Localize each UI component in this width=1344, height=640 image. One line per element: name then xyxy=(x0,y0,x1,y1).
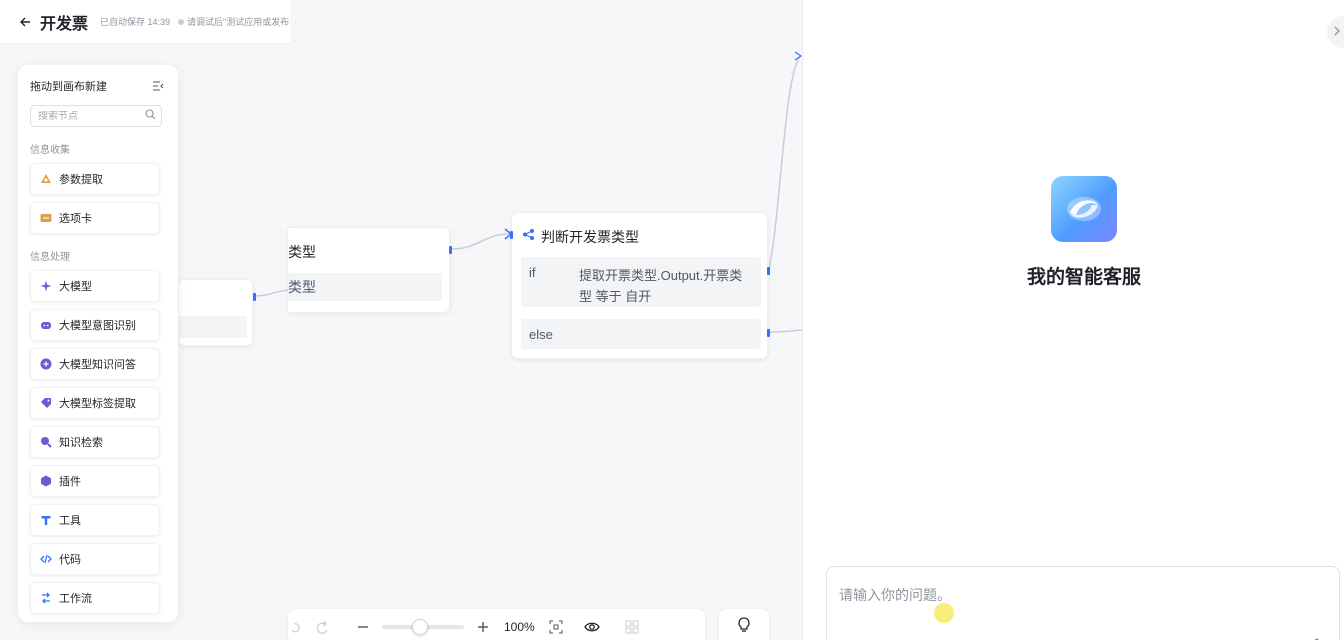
palette-item-intent[interactable]: 大模型意图识别 xyxy=(30,309,160,341)
palette-item-tool[interactable]: 工具 xyxy=(30,504,160,536)
else-label: else xyxy=(529,327,553,342)
palette-item-plugin[interactable]: 插件 xyxy=(30,465,160,497)
preview-panel xyxy=(802,0,1344,640)
palette-item-label: 工作流 xyxy=(59,593,92,605)
palette-item-label: 工具 xyxy=(59,515,81,527)
palette-item-tag-extract[interactable]: 大模型标签提取 xyxy=(30,387,160,419)
node-palette: 拖动到画布新建 信息收集 参数提取 选项卡 信息处理 xyxy=(18,65,178,622)
send-icon[interactable] xyxy=(1306,632,1320,640)
branch-icon xyxy=(522,228,535,246)
tag-extract-icon xyxy=(40,397,52,409)
zoom-in-icon[interactable] xyxy=(472,616,494,638)
palette-item-knowledge-qa[interactable]: 大模型知识问答 xyxy=(30,348,160,380)
autosave-status: 已自动保存 14:39 xyxy=(100,17,171,27)
bot-name: 我的智能客服 xyxy=(1026,267,1141,288)
palette-item-label: 选项卡 xyxy=(59,213,92,225)
undo-icon[interactable] xyxy=(288,616,302,638)
zoom-value: 100% xyxy=(504,620,535,634)
node-search-input[interactable] xyxy=(38,110,138,122)
section-title-process: 信息处理 xyxy=(30,252,70,263)
knowledge-qa-icon xyxy=(40,358,52,370)
bot-avatar xyxy=(1051,176,1117,242)
palette-item-label: 插件 xyxy=(59,476,81,488)
mouse-cursor-highlight xyxy=(934,603,954,623)
palette-item-label: 知识检索 xyxy=(59,437,103,449)
palette-item-label: 大模型标签提取 xyxy=(59,398,136,410)
node-b-title: 类型 xyxy=(288,244,316,260)
collapse-panel-icon[interactable] xyxy=(152,79,166,93)
condition-node[interactable]: 判断开发票类型 if 提取开票类型.Output.开票类型 等于 自开 else xyxy=(510,212,770,359)
chevron-right-icon xyxy=(1333,23,1341,41)
workflow-canvas[interactable]: 类型 类型 判断开发票类型 if 提取开票类型.Output.开票类型 等于 自… xyxy=(0,0,802,640)
if-label: if xyxy=(529,265,536,280)
debug-hint: 请调试后"测试应用或发布 xyxy=(178,15,289,28)
parameter-extract-icon xyxy=(40,173,52,185)
node-search-box[interactable] xyxy=(30,105,162,127)
zoom-out-icon[interactable] xyxy=(352,616,374,638)
debug-hint-text: 请调试后"测试应用或发布 xyxy=(187,17,290,27)
plugin-icon xyxy=(40,475,52,487)
zoom-slider[interactable] xyxy=(382,619,464,635)
node-b-row: 类型 xyxy=(288,273,442,301)
node-a-output-port[interactable] xyxy=(253,293,256,301)
node-b-output-port[interactable] xyxy=(449,246,452,254)
preview-eye-icon[interactable] xyxy=(581,616,603,638)
condition-node-title: 判断开发票类型 xyxy=(541,229,639,245)
palette-item-option-card[interactable]: 选项卡 xyxy=(30,202,160,234)
palette-item-label: 参数提取 xyxy=(59,174,103,186)
redo-icon[interactable] xyxy=(312,616,334,638)
workflow-icon xyxy=(40,592,52,604)
chat-input-box[interactable] xyxy=(826,566,1340,640)
if-condition-text: 提取开票类型.Output.开票类型 等于 自开 xyxy=(579,268,743,304)
node-a-row xyxy=(179,316,247,338)
search-icon[interactable] xyxy=(145,107,156,125)
lightbulb-icon xyxy=(737,616,751,638)
info-dot-icon xyxy=(178,18,185,25)
palette-item-label: 大模型知识问答 xyxy=(59,359,136,371)
chat-input[interactable] xyxy=(839,585,1327,625)
palette-item-label: 大模型 xyxy=(59,281,92,293)
code-icon xyxy=(40,553,52,565)
else-branch[interactable]: else xyxy=(521,319,761,349)
palette-title: 拖动到画布新建 xyxy=(30,81,107,93)
app-title: 开发票 xyxy=(40,15,89,33)
layout-grid-icon[interactable] xyxy=(621,616,643,638)
llm-sparkle-icon xyxy=(40,280,52,292)
palette-item-knowledge-search[interactable]: 知识检索 xyxy=(30,426,160,458)
tool-icon xyxy=(40,514,52,526)
else-output-port[interactable] xyxy=(767,329,770,337)
knowledge-search-icon xyxy=(40,436,52,448)
canvas-toolbar: 100% xyxy=(288,609,705,640)
workflow-node-a[interactable] xyxy=(178,279,256,346)
palette-item-param-extract[interactable]: 参数提取 xyxy=(30,163,160,195)
workflow-node-b[interactable]: 类型 类型 xyxy=(288,227,452,313)
palette-item-label: 代码 xyxy=(59,554,81,566)
palette-item-workflow[interactable]: 工作流 xyxy=(30,582,160,614)
if-output-port[interactable] xyxy=(767,267,770,275)
intent-robot-icon xyxy=(40,319,52,331)
if-branch[interactable]: if 提取开票类型.Output.开票类型 等于 自开 xyxy=(521,257,761,307)
option-card-icon xyxy=(40,212,52,224)
tips-button[interactable] xyxy=(719,609,769,640)
back-arrow-icon[interactable] xyxy=(18,15,32,29)
palette-item-code[interactable]: 代码 xyxy=(30,543,160,575)
palette-item-llm[interactable]: 大模型 xyxy=(30,270,160,302)
bot-logo-icon xyxy=(1067,197,1101,221)
condition-input-port[interactable] xyxy=(510,231,513,239)
editor-header: 开发票 已自动保存 14:39 请调试后"测试应用或发布 xyxy=(0,0,290,44)
section-title-collect: 信息收集 xyxy=(30,145,70,156)
palette-item-label: 大模型意图识别 xyxy=(59,320,136,332)
zoom-slider-handle[interactable] xyxy=(412,619,428,635)
fit-view-icon[interactable] xyxy=(545,616,567,638)
